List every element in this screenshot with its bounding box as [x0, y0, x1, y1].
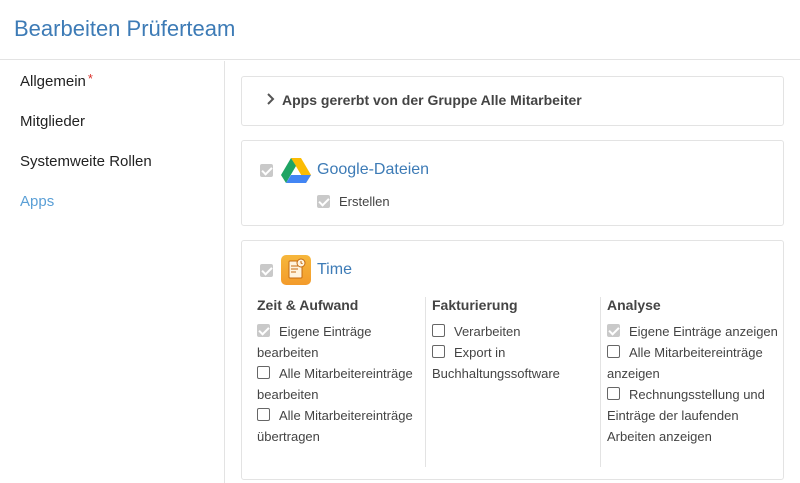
column-divider	[425, 297, 426, 467]
sidebar-item-mitglieder[interactable]: Mitglieder	[20, 113, 85, 130]
permission-label: Alle Mitarbeitereinträge anzeigen	[607, 345, 763, 381]
permission-checkbox[interactable]	[432, 345, 445, 359]
sidebar-item-apps[interactable]: Apps	[20, 193, 54, 210]
permission-checkbox[interactable]	[607, 345, 620, 359]
permission-checkbox[interactable]	[257, 324, 270, 338]
google-app-name: Google-Dateien	[317, 161, 430, 178]
permission-item[interactable]: Alle Mitarbeitereinträge anzeigen	[607, 342, 782, 384]
time-app-panel: Time Zeit & Aufwand Eigene Einträge bear…	[241, 240, 784, 480]
chevron-right-icon	[266, 92, 282, 108]
sidebar-item-label: Allgemein	[20, 73, 86, 90]
sidebar-item-label: Apps	[20, 193, 55, 210]
permission-item[interactable]: Rechnungsstellung und Einträge der laufe…	[607, 384, 782, 447]
permission-item[interactable]: Alle Mitarbeitereinträge bearbeiten	[257, 363, 432, 405]
sidebar-item-label: Mitglieder	[20, 113, 86, 130]
google-app-header: Google-Dateien	[260, 156, 429, 184]
permission-label: Eigene Einträge anzeigen	[629, 324, 778, 339]
permission-checkbox[interactable]	[432, 324, 445, 338]
google-app-panel: Google-Dateien Erstellen	[241, 140, 784, 226]
column-title: Zeit & Aufwand	[257, 297, 359, 313]
permission-checkbox[interactable]	[607, 387, 620, 401]
inherited-apps-panel: Apps gererbt von der Gruppe Alle Mitarbe…	[241, 76, 784, 126]
time-app-icon	[281, 255, 311, 285]
permission-item[interactable]: Eigene Einträge bearbeiten	[257, 321, 432, 363]
permission-item[interactable]: Alle Mitarbeitereinträge übertragen	[257, 405, 432, 447]
column-divider	[600, 297, 601, 467]
google-drive-icon	[281, 156, 311, 184]
permission-label: Verarbeiten	[454, 324, 521, 339]
permission-item[interactable]: Verarbeiten	[432, 321, 607, 342]
permission-label: Alle Mitarbeitereinträge bearbeiten	[257, 366, 413, 402]
permission-label: Erstellen	[339, 194, 390, 209]
permission-label: Export in Buchhaltungssoftware	[432, 345, 560, 381]
permission-checkbox[interactable]	[607, 324, 620, 338]
page-title: Bearbeiten Prüferteam	[14, 16, 236, 41]
column-title: Fakturierung	[432, 297, 518, 313]
sidebar: Allgemein * Mitglieder Systemweite Rollen…	[0, 61, 225, 483]
permission-checkbox[interactable]	[257, 366, 270, 380]
permission-item[interactable]: Eigene Einträge anzeigen	[607, 321, 782, 342]
permission-item[interactable]: Export in Buchhaltungssoftware	[432, 342, 607, 384]
page-header: Bearbeiten Prüferteam	[0, 0, 800, 60]
permission-erstellen[interactable]: Erstellen	[317, 194, 390, 209]
sidebar-item-label: Systemweite Rollen	[20, 153, 152, 170]
permission-column-analyse: Analyse Eigene Einträge anzeigen Alle Mi…	[607, 297, 782, 447]
permission-column-zeit-aufwand: Zeit & Aufwand Eigene Einträge bearbeite…	[257, 297, 432, 447]
permission-label: Rechnungsstellung und Einträge der laufe…	[607, 387, 765, 444]
permission-label: Eigene Einträge bearbeiten	[257, 324, 372, 360]
required-marker: *	[87, 71, 93, 86]
inherited-apps-toggle[interactable]: Apps gererbt von der Gruppe Alle Mitarbe…	[266, 92, 582, 108]
sidebar-item-allgemein[interactable]: Allgemein *	[20, 71, 93, 90]
erstellen-checkbox[interactable]	[317, 195, 330, 208]
time-app-checkbox[interactable]	[260, 263, 273, 277]
permission-label: Alle Mitarbeitereinträge übertragen	[257, 408, 413, 444]
inherited-apps-label: Apps gererbt von der Gruppe Alle Mitarbe…	[282, 92, 582, 108]
google-app-checkbox[interactable]	[260, 163, 273, 177]
time-app-name: Time	[317, 261, 352, 278]
permission-column-fakturierung: Fakturierung Verarbeiten Export in Buchh…	[432, 297, 607, 384]
permission-checkbox[interactable]	[257, 408, 270, 422]
time-app-header: Time	[260, 255, 352, 285]
column-title: Analyse	[607, 297, 661, 313]
sidebar-item-systemweite-rollen[interactable]: Systemweite Rollen	[20, 153, 152, 170]
